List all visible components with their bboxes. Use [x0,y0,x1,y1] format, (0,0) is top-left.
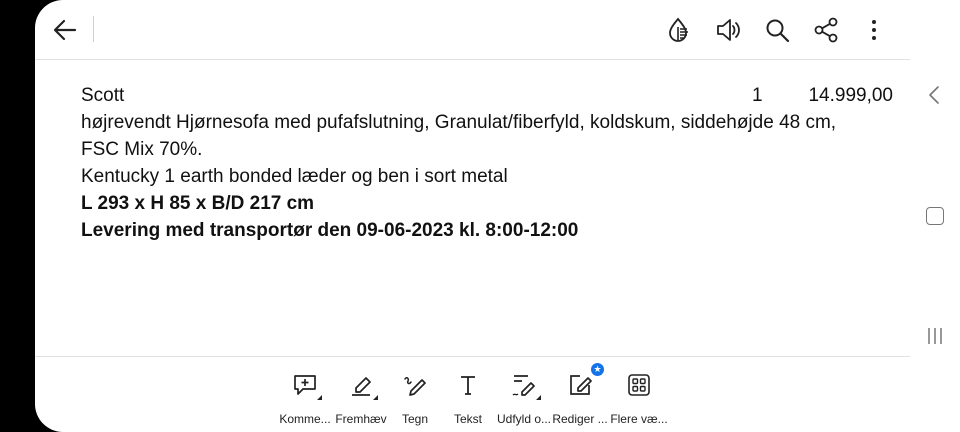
star-badge-icon: ★ [591,363,604,376]
draw-tool[interactable]: Tegn [385,371,445,426]
highlighter-icon [352,377,371,396]
search-icon [766,19,790,43]
item-price: 14.999,00 [808,85,893,106]
chevron-left-icon [929,86,939,104]
highlight-tool[interactable]: Fremhæv [331,371,391,426]
dimensions-line: L 293 x H 85 x B/D 217 cm [81,193,315,214]
item-quantity: 1 [752,85,763,106]
order-line-row: Scott 1 14.999,00 [81,82,901,109]
draw-tool-label: Tegn [401,412,429,426]
recents-button[interactable] [926,327,944,345]
share-icon [814,17,838,43]
pdf-viewer-window: Scott 1 14.999,00 højrevendt Hjørnesofa … [35,0,910,432]
edit-tool[interactable]: ★ Rediger ... [550,363,610,426]
speaker-icon [717,19,740,41]
bottom-toolbar: Komme... Fremhæv Tegn Tekst Udfyld o... … [35,356,910,432]
system-back-button[interactable] [925,84,945,106]
comment-tool[interactable]: Komme... [275,371,335,426]
description-line-1: højrevendt Hjørnesofa med pufafslutning,… [81,112,837,133]
document-page: Scott 1 14.999,00 højrevendt Hjørnesofa … [81,82,901,244]
toolbar-divider [93,16,94,42]
edit-icon [570,375,592,395]
top-toolbar [35,0,910,60]
material-line: Kentucky 1 earth bonded læder og ben i s… [81,166,508,187]
text-icon [461,376,475,395]
text-tool[interactable]: Tekst [438,371,498,426]
share-button[interactable] [810,14,842,46]
edit-tool-label: Rediger ... [552,412,608,426]
delivery-line: Levering med transportør den 09-06-2023 … [81,220,579,241]
recents-icon [928,328,942,344]
read-aloud-button[interactable] [712,14,744,46]
more-tools[interactable]: Flere væ... [609,371,669,426]
description-line-2: FSC Mix 70%. [81,139,203,160]
dropdown-corner-icon [536,395,541,400]
item-name: Scott [81,85,125,106]
back-button[interactable] [49,14,81,46]
comment-tool-label: Komme... [279,412,331,426]
dropdown-corner-icon [373,395,378,400]
more-vertical-icon [872,20,876,40]
fill-sign-tool[interactable]: Udfyld o... [494,371,554,426]
more-options-button[interactable] [858,14,890,46]
liquid-mode-button[interactable] [664,14,696,46]
liquid-mode-icon [669,17,688,42]
more-tools-label: Flere væ... [610,412,668,426]
comment-add-icon [294,375,316,395]
search-button[interactable] [761,14,793,46]
home-icon[interactable] [926,207,944,225]
draw-pen-icon [404,377,426,396]
system-navigation-bar [910,0,960,432]
fill-sign-tool-label: Udfyld o... [496,412,552,426]
text-tool-label: Tekst [453,412,482,426]
arrow-left-icon [53,19,77,41]
fill-sign-icon [512,375,535,396]
highlight-tool-label: Fremhæv [335,412,387,426]
dropdown-corner-icon [317,395,322,400]
more-tools-grid-icon [628,374,650,396]
